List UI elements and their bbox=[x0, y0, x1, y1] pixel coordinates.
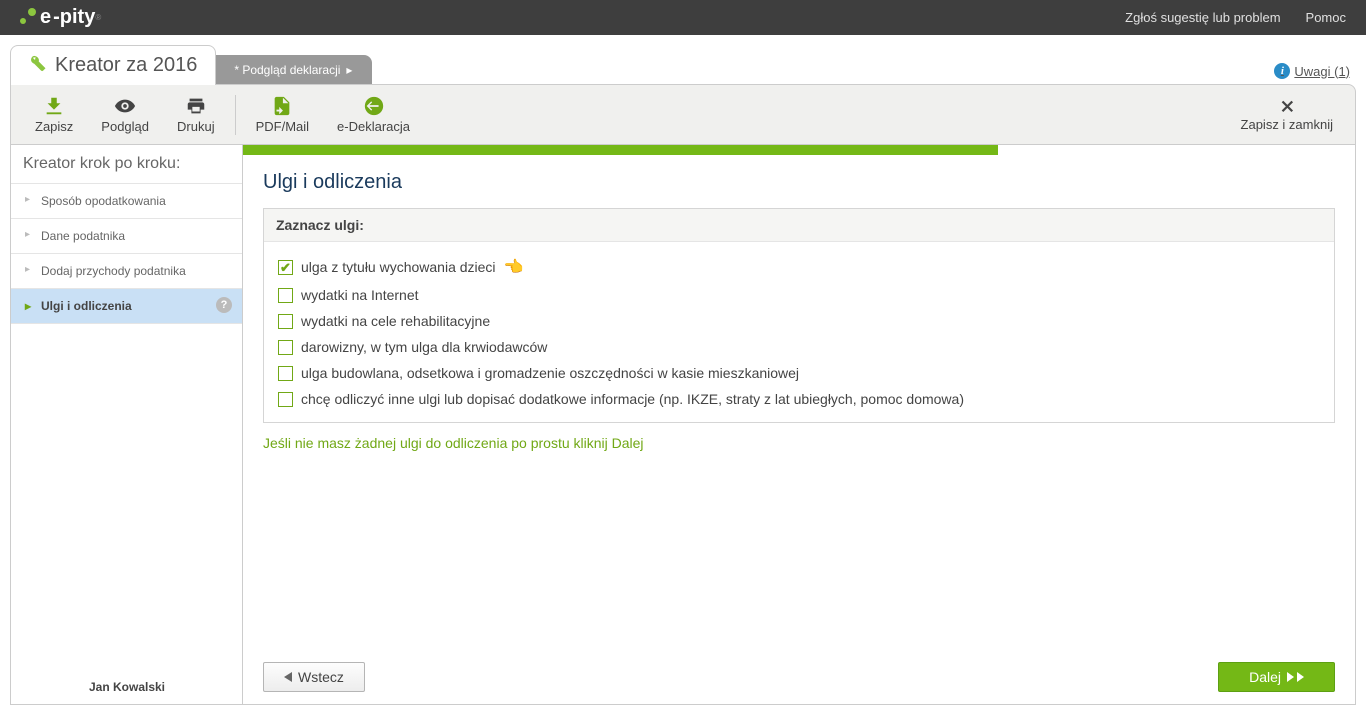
nav-row: Wstecz Dalej bbox=[263, 662, 1335, 692]
check-row: ulga budowlana, odsetkowa i gromadzenie … bbox=[278, 360, 1320, 386]
checkbox-label: ulga z tytułu wychowania dzieci bbox=[301, 259, 496, 275]
chevron-right-icon bbox=[1287, 672, 1294, 682]
pdf-label: PDF/Mail bbox=[256, 119, 309, 134]
check-row: chcę odliczyć inne ulgi lub dopisać doda… bbox=[278, 386, 1320, 412]
check-row: darowizny, w tym ulga dla krwiodawców bbox=[278, 334, 1320, 360]
print-button[interactable]: Drukuj bbox=[163, 91, 229, 138]
checkbox[interactable] bbox=[278, 392, 293, 407]
save-button[interactable]: Zapisz bbox=[21, 91, 87, 138]
sidebar-item-deductions-label: Ulgi i odliczenia bbox=[41, 299, 132, 313]
save-label: Zapisz bbox=[35, 119, 73, 134]
checkbox-label: chcę odliczyć inne ulgi lub dopisać doda… bbox=[301, 391, 964, 407]
content: Ulgi i odliczenia Zaznacz ulgi: ulga z t… bbox=[243, 145, 1355, 704]
checkbox[interactable] bbox=[278, 366, 293, 381]
tab-preview-label: * Podgląd deklaracji bbox=[234, 63, 340, 77]
preview-button[interactable]: Podgląd bbox=[87, 91, 163, 138]
preview-label: Podgląd bbox=[101, 119, 149, 134]
next-label: Dalej bbox=[1249, 669, 1281, 685]
page-title: Ulgi i odliczenia bbox=[263, 171, 1335, 194]
tab-row: Kreator za 2016 * Podgląd deklaracji ▸ i… bbox=[8, 45, 1356, 85]
checkbox-label: wydatki na cele rehabilitacyjne bbox=[301, 313, 490, 329]
notes-label: Uwagi (1) bbox=[1294, 64, 1350, 79]
main-area: Kreator krok po kroku: Sposób opodatkowa… bbox=[10, 145, 1356, 705]
sidebar-item-taxpayer[interactable]: Dane podatnika bbox=[11, 219, 242, 254]
wrench-icon bbox=[29, 54, 47, 77]
check-row: ulga z tytułu wychowania dzieci 👈 bbox=[278, 252, 1320, 282]
sidebar-footer: Jan Kowalski bbox=[11, 670, 243, 704]
check-row: wydatki na cele rehabilitacyjne bbox=[278, 308, 1320, 334]
checkbox[interactable] bbox=[278, 288, 293, 303]
check-row: wydatki na Internet bbox=[278, 282, 1320, 308]
hint-text: Jeśli nie masz żadnej ulgi do odliczenia… bbox=[263, 435, 1335, 451]
top-bar: e -pity ® Zgłoś sugestię lub problem Pom… bbox=[0, 0, 1366, 35]
edeclaration-button[interactable]: e-Deklaracja bbox=[323, 91, 424, 138]
print-label: Drukuj bbox=[177, 119, 215, 134]
workspace: Kreator za 2016 * Podgląd deklaracji ▸ i… bbox=[0, 35, 1366, 715]
next-button[interactable]: Dalej bbox=[1218, 662, 1335, 692]
tab-preview[interactable]: * Podgląd deklaracji ▸ bbox=[214, 55, 372, 85]
toolbar-separator bbox=[235, 95, 236, 135]
save-close-label: Zapisz i zamknij bbox=[1241, 117, 1333, 132]
checkbox-label: ulga budowlana, odsetkowa i gromadzenie … bbox=[301, 365, 799, 381]
logo-prefix: e bbox=[40, 6, 51, 29]
checkbox[interactable] bbox=[278, 314, 293, 329]
top-links: Zgłoś sugestię lub problem Pomoc bbox=[1125, 10, 1346, 25]
section-header: Zaznacz ulgi: bbox=[264, 209, 1334, 242]
help-icon[interactable]: ? bbox=[216, 297, 232, 313]
chevron-right-icon bbox=[1297, 672, 1304, 682]
info-icon: i bbox=[1274, 63, 1290, 79]
back-label: Wstecz bbox=[298, 669, 344, 685]
chevron-right-icon: ▸ bbox=[346, 63, 352, 77]
checkbox[interactable] bbox=[278, 260, 293, 275]
logo-reg-icon: ® bbox=[95, 13, 101, 22]
logo-text: -pity bbox=[53, 6, 95, 29]
toolbar: Zapisz Podgląd Drukuj PDF/Mail e-Deklara… bbox=[10, 84, 1356, 145]
sidebar-item-deductions[interactable]: Ulgi i odliczenia ? bbox=[11, 289, 242, 324]
sidebar-item-taxation[interactable]: Sposób opodatkowania bbox=[11, 184, 242, 219]
notes-link[interactable]: i Uwagi (1) bbox=[1274, 63, 1356, 85]
content-inner: Ulgi i odliczenia Zaznacz ulgi: ulga z t… bbox=[243, 155, 1355, 467]
edeclaration-label: e-Deklaracja bbox=[337, 119, 410, 134]
checkbox-label: wydatki na Internet bbox=[301, 287, 419, 303]
pdf-button[interactable]: PDF/Mail bbox=[242, 91, 323, 138]
logo: e -pity ® bbox=[20, 6, 101, 29]
save-close-button[interactable]: Zapisz i zamknij bbox=[1229, 93, 1345, 136]
logo-dots-icon bbox=[20, 8, 40, 28]
checkbox-label: darowizny, w tym ulga dla krwiodawców bbox=[301, 339, 547, 355]
section-box: Zaznacz ulgi: ulga z tytułu wychowania d… bbox=[263, 208, 1335, 423]
tab-kreator-label: Kreator za 2016 bbox=[55, 54, 197, 77]
hand-icon: 👈 bbox=[504, 257, 524, 277]
chevron-left-icon bbox=[284, 672, 292, 682]
link-suggest[interactable]: Zgłoś sugestię lub problem bbox=[1125, 10, 1280, 25]
sidebar-title: Kreator krok po kroku: bbox=[11, 145, 242, 184]
sidebar-item-income[interactable]: Dodaj przychody podatnika bbox=[11, 254, 242, 289]
tab-kreator[interactable]: Kreator za 2016 bbox=[10, 45, 216, 85]
back-button[interactable]: Wstecz bbox=[263, 662, 365, 692]
check-list: ulga z tytułu wychowania dzieci 👈 wydatki … bbox=[264, 242, 1334, 422]
link-help[interactable]: Pomoc bbox=[1306, 10, 1346, 25]
progress-bar bbox=[243, 145, 998, 155]
sidebar: Kreator krok po kroku: Sposób opodatkowa… bbox=[11, 145, 243, 704]
checkbox[interactable] bbox=[278, 340, 293, 355]
